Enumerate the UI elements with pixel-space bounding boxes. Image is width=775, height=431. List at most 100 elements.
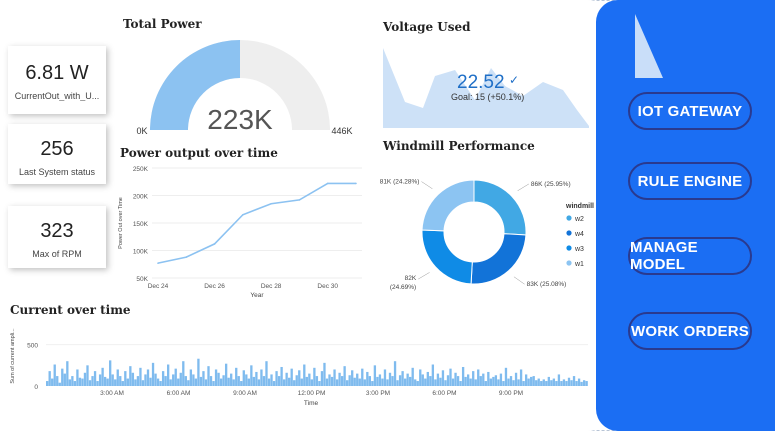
legend-label: w3 — [574, 246, 584, 253]
legend-marker-w2 — [566, 215, 572, 221]
power-point — [355, 182, 357, 185]
donut-data-label: (24.69%) — [390, 284, 416, 291]
current-bar — [358, 378, 361, 386]
current-bar — [242, 370, 245, 386]
manage-model-button[interactable]: MANAGE MODEL — [628, 237, 752, 275]
current-bar — [429, 376, 432, 386]
current-bar — [56, 376, 59, 386]
donut-data-label: 86K (25.95%) — [531, 181, 571, 188]
current-bar — [88, 380, 92, 386]
current-bar — [446, 375, 450, 386]
kpi-value: 256 — [40, 138, 74, 160]
current-bar — [282, 379, 286, 386]
current-bar — [214, 369, 218, 386]
current-bar — [361, 368, 364, 386]
current-bar — [174, 368, 177, 386]
current-bar — [338, 372, 341, 386]
current-bar — [482, 373, 485, 386]
current-bar — [335, 379, 339, 386]
donut-data-label: 81K (24.28%) — [380, 179, 419, 186]
y-axis-label: Power Out over Time — [118, 197, 124, 249]
current-bar — [51, 378, 54, 386]
current-bar — [444, 380, 447, 386]
power-point — [298, 199, 301, 201]
power-point — [185, 256, 188, 258]
current-bar — [545, 381, 548, 386]
current-bar — [547, 376, 550, 386]
gauge-value: 223K — [207, 104, 273, 135]
voltage-chart[interactable]: 22.52 ✓ Goal: 15 (+50.1%) — [383, 40, 591, 130]
x-axis-label: Year — [250, 292, 264, 298]
current-bar — [512, 380, 515, 386]
voltage-value: 22.52 — [457, 72, 505, 93]
current-bar — [161, 371, 165, 386]
current-bar — [227, 377, 230, 386]
current-bar — [323, 362, 326, 386]
current-bar — [96, 381, 99, 386]
work-orders-button[interactable]: WORK ORDERS — [628, 312, 752, 350]
rule-engine-button[interactable]: RULE ENGINE — [628, 162, 752, 200]
y-tick-label: 250K — [133, 166, 149, 173]
current-bar — [237, 376, 240, 386]
x-tick-label: Dec 24 — [148, 283, 169, 290]
donut-data-label: 83K (25.08%) — [527, 281, 567, 288]
current-bar — [509, 376, 513, 386]
windmill-title: Windmill Performance — [383, 139, 535, 153]
legend-label: w2 — [574, 216, 584, 223]
current-bar — [555, 381, 558, 386]
current-bar — [285, 372, 288, 386]
x-tick-label: 9:00 AM — [233, 390, 257, 397]
current-bar — [280, 366, 283, 386]
current-bar — [61, 368, 64, 386]
current-bar — [116, 369, 119, 386]
current-bar — [189, 369, 193, 386]
current-bar — [134, 379, 137, 386]
total-power-gauge[interactable]: 223K 0K 446K — [120, 30, 370, 142]
current-bar — [230, 373, 233, 386]
donut-slice-w2 — [473, 179, 527, 236]
iot-gateway-button[interactable]: IOT GATEWAY — [628, 92, 752, 130]
donut-slice-w4 — [470, 233, 527, 285]
current-bar — [351, 370, 354, 386]
current-bar — [272, 381, 276, 386]
current-bar — [340, 376, 344, 386]
current-bar — [575, 381, 578, 386]
current-bar — [106, 378, 109, 386]
x-tick-label: Dec 28 — [261, 283, 282, 290]
current-bar — [474, 379, 477, 386]
gauge-min-label: 0K — [136, 126, 147, 136]
legend-marker-w3 — [566, 245, 572, 251]
donut-label-leader — [418, 272, 430, 280]
current-bar — [552, 378, 556, 386]
windmill-donut-chart[interactable]: 86K (25.95%) 83K (25.08%) 82K (24.69%) 81K (… — [380, 160, 610, 300]
current-bar — [197, 358, 200, 386]
logo-triangle-icon — [635, 14, 663, 78]
y-tick-label: 200K — [133, 194, 149, 201]
current-bar — [456, 376, 460, 386]
current-bar — [308, 373, 311, 386]
x-tick-label: 9:00 PM — [499, 390, 523, 397]
current-bar — [131, 372, 135, 386]
current-bar — [530, 376, 533, 386]
current-bar — [240, 381, 243, 386]
legend-label: w4 — [574, 231, 584, 238]
current-bar — [129, 366, 132, 386]
current-bar — [126, 378, 129, 386]
current-bar — [550, 380, 553, 386]
current-bar — [388, 372, 392, 386]
current-bar — [111, 374, 114, 386]
current-bar — [300, 378, 303, 386]
current-bar — [320, 371, 324, 386]
kpi-card-max-rpm[interactable]: 323 Max of RPM — [8, 206, 106, 268]
power-point — [213, 243, 216, 245]
current-bar — [572, 376, 576, 386]
current-over-time-chart[interactable]: 500 0 3:00 AM 6:00 AM 9:00 AM 12:00 PM 3:00 PM… — [6, 318, 598, 413]
kpi-card-system-status[interactable]: 256 Last System status — [8, 124, 106, 184]
nav-panel — [596, 0, 775, 431]
current-bar — [265, 361, 268, 386]
donut-label-leader — [421, 181, 433, 189]
current-bar — [386, 379, 389, 386]
power-output-chart[interactable]: 50K 100K 150K 200K 250K Dec 24 Dec 26 Dec 28 Dec… — [112, 160, 374, 298]
current-bar — [199, 376, 203, 386]
kpi-card-current[interactable]: 6.81 W CurrentOut_with_U... — [8, 46, 106, 114]
